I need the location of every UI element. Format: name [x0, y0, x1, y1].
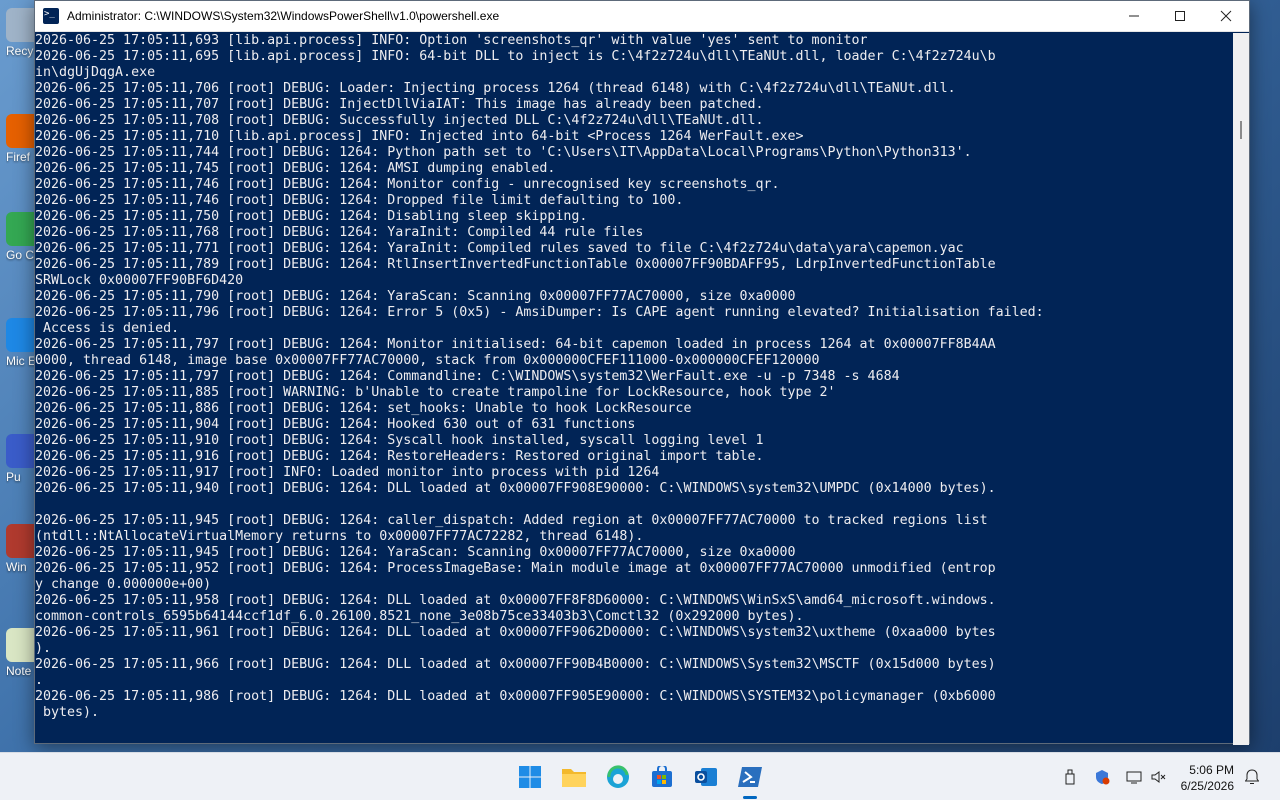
console-line: 2026-06-25 17:05:11,707 [root] DEBUG: In… [35, 97, 764, 112]
minimize-button[interactable] [1111, 1, 1157, 32]
console-line: 2026-06-25 17:05:11,945 [root] DEBUG: 12… [35, 513, 988, 528]
close-button[interactable] [1203, 1, 1249, 32]
console-line: 2026-06-25 17:05:11,750 [root] DEBUG: 12… [35, 209, 588, 224]
outlook-icon [695, 768, 717, 786]
powershell-taskbar-button[interactable] [734, 761, 766, 799]
usb-device-icon[interactable] [1062, 769, 1078, 785]
console-line: ). [35, 641, 52, 656]
console-line: 2026-06-25 17:05:11,708 [root] DEBUG: Su… [35, 113, 764, 128]
store-icon [652, 766, 672, 787]
window-title: Administrator: C:\WINDOWS\System32\Windo… [67, 9, 500, 23]
console-line: 2026-06-25 17:05:11,710 [lib.api.process… [35, 129, 804, 144]
notification-bell-icon[interactable] [1244, 769, 1260, 785]
network-icon[interactable] [1126, 769, 1142, 785]
clock-date: 6/25/2026 [1180, 779, 1234, 793]
vertical-scrollbar[interactable] [1233, 33, 1249, 745]
console-line: 2026-06-25 17:05:11,904 [root] DEBUG: 12… [35, 417, 636, 432]
console-line: 2026-06-25 17:05:11,797 [root] DEBUG: 12… [35, 337, 996, 352]
console-line: 2026-06-25 17:05:11,790 [root] DEBUG: 12… [35, 289, 796, 304]
console-line: y change 0.000000e+00) [35, 577, 212, 592]
console-line: 2026-06-25 17:05:11,940 [root] DEBUG: 12… [35, 481, 996, 496]
console-line: 2026-06-25 17:05:11,746 [root] DEBUG: 12… [35, 177, 780, 192]
store-button[interactable] [646, 761, 678, 793]
console-line: 2026-06-25 17:05:11,745 [root] DEBUG: 12… [35, 161, 556, 176]
console-line: SRWLock 0x00007FF90BF6D420 [35, 273, 244, 288]
minimize-icon [1129, 15, 1139, 17]
taskbar: 5:06 PM 6/25/2026 [0, 752, 1280, 800]
maximize-icon [1175, 11, 1185, 21]
console-line: 2026-06-25 17:05:11,796 [root] DEBUG: 12… [35, 305, 1044, 320]
outlook-button[interactable] [690, 761, 722, 793]
console-line: 2026-06-25 17:05:11,886 [root] DEBUG: 12… [35, 401, 692, 416]
console-line: 2026-06-25 17:05:11,771 [root] DEBUG: 12… [35, 241, 964, 256]
console-line: . [35, 673, 44, 688]
console-line: in\dgUjDqgA.exe [35, 65, 156, 80]
windows-logo-icon [519, 766, 541, 788]
console-line: 2026-06-25 17:05:11,986 [root] DEBUG: 12… [35, 689, 996, 704]
console-line: 2026-06-25 17:05:11,952 [root] DEBUG: 12… [35, 561, 996, 576]
console-line: 2026-06-25 17:05:11,917 [root] INFO: Loa… [35, 465, 660, 480]
security-warning-icon[interactable] [1094, 769, 1110, 785]
powershell-icon [43, 8, 59, 24]
console-line: 2026-06-25 17:05:11,693 [lib.api.process… [35, 33, 868, 48]
start-button[interactable] [514, 761, 546, 793]
console-line: 0000, thread 6148, image base 0x00007FF7… [35, 353, 820, 368]
console-line: 2026-06-25 17:05:11,797 [root] DEBUG: 12… [35, 369, 900, 384]
console-line: 2026-06-25 17:05:11,885 [root] WARNING: … [35, 385, 836, 400]
console-line: bytes). [35, 705, 100, 720]
clock-time: 5:06 PM [1189, 763, 1234, 777]
maximize-button[interactable] [1157, 1, 1203, 32]
console-line: (ntdll::NtAllocateVirtualMemory returns … [35, 529, 644, 544]
close-icon [1220, 10, 1232, 22]
console-line: 2026-06-25 17:05:11,961 [root] DEBUG: 12… [35, 625, 996, 640]
console-line: 2026-06-25 17:05:11,966 [root] DEBUG: 12… [35, 657, 996, 672]
title-bar[interactable]: Administrator: C:\WINDOWS\System32\Windo… [35, 1, 1249, 32]
file-explorer-button[interactable] [558, 761, 590, 793]
console-line: 2026-06-25 17:05:11,695 [lib.api.process… [35, 49, 996, 64]
scrollbar-thumb[interactable] [1240, 121, 1242, 139]
console-line: 2026-06-25 17:05:11,910 [root] DEBUG: 12… [35, 433, 764, 448]
console-line: 2026-06-25 17:05:11,768 [root] DEBUG: 12… [35, 225, 644, 240]
console-line: 2026-06-25 17:05:11,746 [root] DEBUG: 12… [35, 193, 684, 208]
edge-icon [607, 765, 629, 788]
console-line: common-controls_6595b64144ccf1df_6.0.261… [35, 609, 804, 624]
console-line: 2026-06-25 17:05:11,916 [root] DEBUG: 12… [35, 449, 764, 464]
console-line: 2026-06-25 17:05:11,945 [root] DEBUG: 12… [35, 545, 796, 560]
volume-icon[interactable] [1150, 769, 1166, 785]
system-clock[interactable]: 5:06 PM 6/25/2026 [1181, 762, 1234, 794]
console-output[interactable]: 2026-06-25 17:05:11,693 [lib.api.process… [35, 33, 1235, 745]
console-line: 2026-06-25 17:05:11,789 [root] DEBUG: 12… [35, 257, 996, 272]
console-line: 2026-06-25 17:05:11,958 [root] DEBUG: 12… [35, 593, 996, 608]
edge-button[interactable] [602, 761, 634, 793]
powershell-icon [738, 767, 762, 787]
console-line: 2026-06-25 17:05:11,706 [root] DEBUG: Lo… [35, 81, 956, 96]
powershell-window[interactable]: Administrator: C:\WINDOWS\System32\Windo… [34, 0, 1250, 745]
console-line: Access is denied. [35, 321, 180, 336]
folder-icon [562, 769, 586, 787]
console-line: 2026-06-25 17:05:11,744 [root] DEBUG: 12… [35, 145, 972, 160]
